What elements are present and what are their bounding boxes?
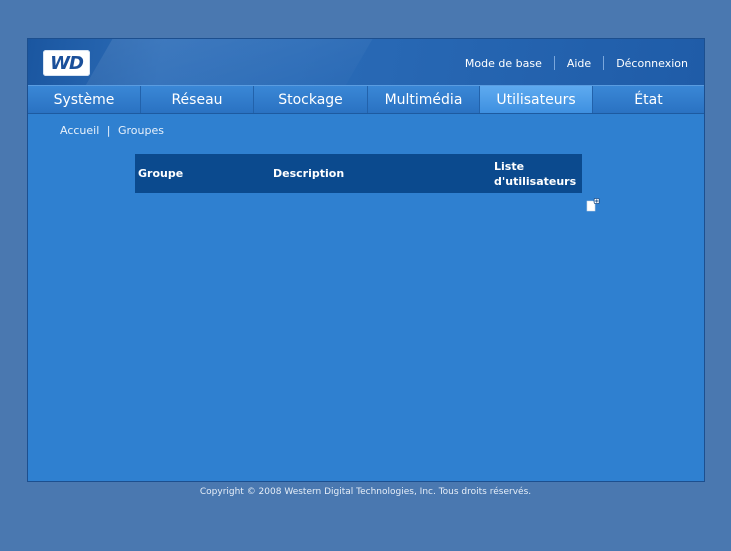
- main-nav: Système Réseau Stockage Multimédia Utili…: [28, 85, 704, 114]
- link-divider: [603, 56, 605, 70]
- column-header-group[interactable]: Groupe: [138, 154, 183, 193]
- header-bar: WD Mode de base Aide Déconnexion: [28, 39, 704, 85]
- header-sheen: [72, 39, 384, 85]
- column-header-user-list[interactable]: Liste d'utilisateurs: [494, 154, 582, 193]
- breadcrumb: Accueil | Groupes: [60, 124, 164, 137]
- copyright-footer: Copyright © 2008 Western Digital Technol…: [199, 487, 532, 497]
- tab-reseau[interactable]: Réseau: [141, 86, 254, 113]
- groups-table-header: Groupe Description Liste d'utilisateurs: [135, 154, 582, 193]
- breadcrumb-home[interactable]: Accueil: [60, 124, 99, 137]
- tab-stockage[interactable]: Stockage: [254, 86, 368, 113]
- breadcrumb-current: Groupes: [118, 124, 164, 137]
- main-panel: WD Mode de base Aide Déconnexion Système…: [27, 38, 705, 482]
- wd-logo: WD: [43, 50, 90, 76]
- help-link[interactable]: Aide: [567, 57, 591, 70]
- top-links: Mode de base Aide Déconnexion: [465, 56, 688, 70]
- tab-utilisateurs[interactable]: Utilisateurs: [480, 86, 593, 113]
- tab-etat[interactable]: État: [593, 86, 704, 113]
- link-divider: [553, 56, 555, 70]
- basic-mode-link[interactable]: Mode de base: [465, 57, 542, 70]
- column-header-description[interactable]: Description: [273, 154, 344, 193]
- tab-systeme[interactable]: Système: [28, 86, 141, 113]
- add-document-icon[interactable]: [586, 197, 600, 212]
- tab-multimedia[interactable]: Multimédia: [368, 86, 480, 113]
- logout-link[interactable]: Déconnexion: [616, 57, 688, 70]
- breadcrumb-separator: |: [106, 124, 111, 137]
